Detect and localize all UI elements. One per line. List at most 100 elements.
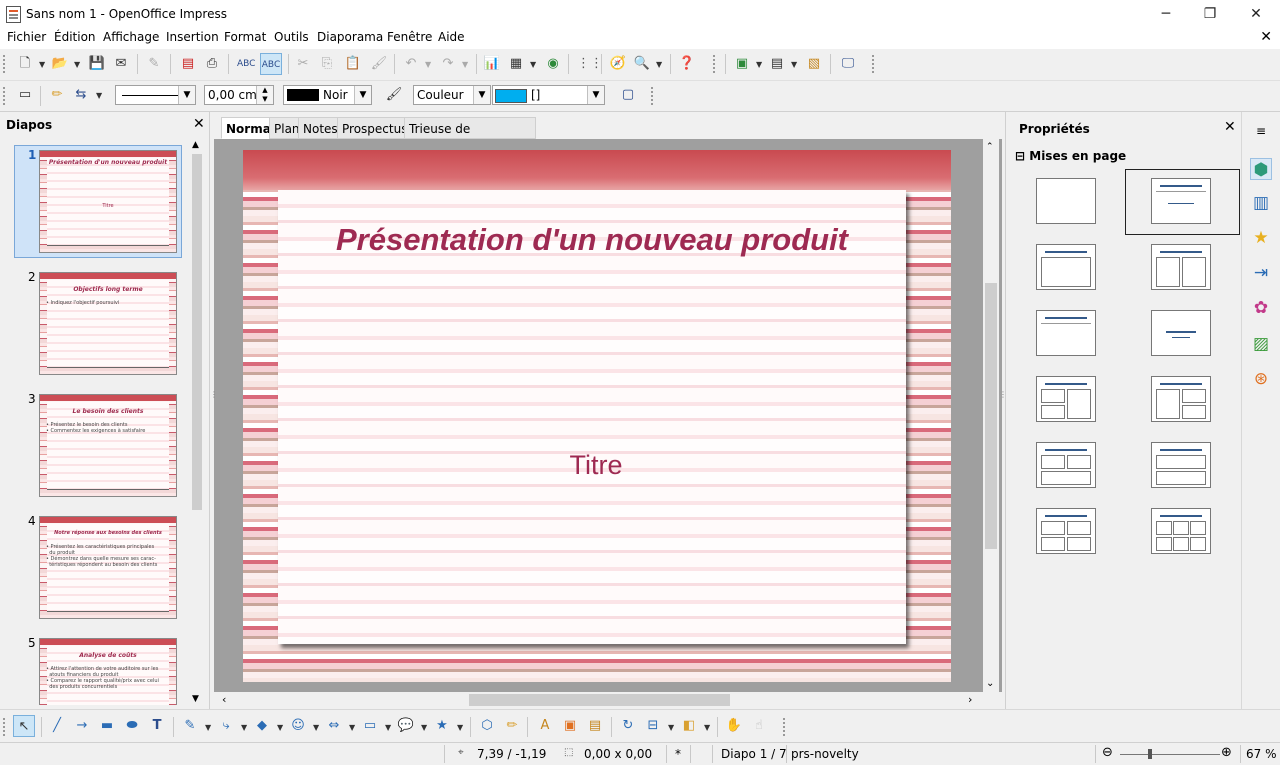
toolbar-options-icon-3[interactable] [645, 87, 653, 105]
display-views-icon[interactable]: ◉ [544, 55, 562, 73]
layout-title-2-content-over-content[interactable] [1036, 442, 1096, 488]
line-icon[interactable]: ✏ [48, 86, 66, 104]
menu-insertion[interactable]: Insertion [166, 30, 219, 44]
line-properties-icon[interactable]: ▭ [16, 86, 34, 104]
line-arrow-tool-icon[interactable]: → [73, 717, 91, 735]
area-style-select[interactable]: Couleur ▼ [413, 85, 491, 105]
ellipse-tool-icon[interactable]: ⬬ [123, 717, 141, 735]
toolbar-options-icon-2[interactable] [866, 55, 874, 73]
paste-icon[interactable]: 📋 [344, 55, 362, 73]
rectangle-tool-icon[interactable]: ▬ [98, 717, 116, 735]
new-document-icon[interactable]: 🗋 [16, 55, 34, 73]
callouts-icon[interactable]: 💬 [397, 717, 415, 735]
slide-thumbnail-4[interactable]: Notre réponse aux besoins des clients • … [39, 516, 177, 619]
chevron-down-icon[interactable]: ⌄ [986, 678, 994, 689]
redo-dropdown-icon[interactable]: ▼ [462, 60, 468, 69]
flowchart-dropdown-icon[interactable]: ▼ [385, 723, 391, 732]
slide-thumbnail-5[interactable]: Analyse de coûts • Attirez l'attention d… [39, 638, 177, 705]
spin-buttons-icon[interactable]: ▲ ▼ [256, 86, 273, 104]
toolbar-grip[interactable] [3, 55, 11, 73]
callouts-dropdown-icon[interactable]: ▼ [421, 723, 427, 732]
toolbar-grip-2[interactable] [3, 87, 11, 105]
custom-animation-icon[interactable]: ★ [1250, 227, 1272, 249]
zoom-slider-handle[interactable] [1148, 749, 1152, 759]
line-tool-icon[interactable]: ╱ [48, 717, 66, 735]
select-arrow-icon[interactable]: ↖ [13, 715, 35, 737]
close-document-button[interactable]: ✕ [1260, 29, 1272, 45]
area-color-select[interactable]: [] ▼ [492, 85, 605, 105]
points-icon[interactable]: ⬡ [478, 717, 496, 735]
menu-format[interactable]: Format [224, 30, 266, 44]
line-color-select[interactable]: Noir ▼ [283, 85, 372, 105]
alignment-icon[interactable]: ⊟ [644, 717, 662, 735]
canvas-horizontal-scrollbar-thumb[interactable] [469, 694, 730, 706]
zoom-icon[interactable]: 🔍 [633, 55, 651, 73]
layout-title-and-content[interactable] [1036, 244, 1096, 290]
edit-file-icon[interactable]: ✎ [145, 55, 163, 73]
slide-design-icon[interactable]: ▧ [805, 55, 823, 73]
toolbar-options-icon[interactable] [707, 55, 715, 73]
canvas-vertical-scrollbar-thumb[interactable] [985, 283, 997, 549]
layout-title-2-content[interactable] [1151, 244, 1211, 290]
menu-aide[interactable]: Aide [438, 30, 465, 44]
chart-icon[interactable]: 📊 [483, 55, 501, 73]
sidebar-menu-icon[interactable]: ≡ [1256, 124, 1266, 138]
extrusion-icon[interactable]: ✋ [725, 717, 743, 735]
gallery-tool-icon[interactable]: ▤ [586, 717, 604, 735]
styles-icon[interactable]: ▨ [1250, 333, 1272, 355]
curve-dropdown-icon[interactable]: ▼ [205, 723, 211, 732]
stars-dropdown-icon[interactable]: ▼ [457, 723, 463, 732]
slide-thumbnail-3[interactable]: Le besoin des clients • Présentez le bes… [39, 394, 177, 497]
flowchart-icon[interactable]: ▭ [361, 717, 379, 735]
tab-prospectus[interactable]: Prospectus [337, 117, 407, 139]
email-icon[interactable]: ✉ [112, 55, 130, 73]
stars-icon[interactable]: ★ [433, 717, 451, 735]
layout-title-content-over-content[interactable] [1151, 442, 1211, 488]
toolbar-grip-3[interactable] [3, 718, 11, 736]
grid-icon[interactable]: ⋮⋮ [577, 55, 603, 73]
layout-blank[interactable] [1036, 178, 1096, 224]
print-icon[interactable]: ⎙ [203, 55, 221, 73]
menu-edition[interactable]: Édition [54, 30, 96, 44]
interaction-icon[interactable]: ☝ [750, 717, 768, 735]
layout-title-6-content[interactable] [1151, 508, 1211, 554]
slide-layout-dropdown-icon[interactable]: ▼ [791, 60, 797, 69]
slide-title[interactable]: Présentation d'un nouveau produit [278, 222, 906, 258]
navigator-icon[interactable]: 🧭 [609, 55, 627, 73]
open-dropdown-icon[interactable]: ▼ [74, 60, 80, 69]
rotate-icon[interactable]: ↻ [619, 717, 637, 735]
pane-splitter-left[interactable]: ⋮ [210, 390, 218, 399]
menu-fichier[interactable]: Fichier [7, 30, 46, 44]
slide-thumbnail-1[interactable]: Présentation d'un nouveau produit Titre [39, 150, 177, 253]
undo-dropdown-icon[interactable]: ▼ [425, 60, 431, 69]
connector-dropdown-icon[interactable]: ▼ [241, 723, 247, 732]
gallery-icon[interactable]: ✿ [1250, 297, 1272, 319]
arrow-style-dropdown-icon[interactable]: ▼ [96, 91, 102, 100]
redo-icon[interactable]: ↷ [439, 55, 457, 73]
tab-plan[interactable]: Plan [269, 117, 300, 139]
save-icon[interactable]: 💾 [88, 55, 106, 73]
undo-icon[interactable]: ↶ [402, 55, 420, 73]
layout-title-only[interactable] [1036, 310, 1096, 356]
alignment-dropdown-icon[interactable]: ▼ [668, 723, 674, 732]
collapse-icon[interactable]: ⊟ [1015, 149, 1025, 163]
tab-normal[interactable]: Normal [221, 117, 275, 139]
minimize-button[interactable]: ─ [1146, 4, 1186, 24]
menu-affichage[interactable]: Affichage [103, 30, 159, 44]
table-icon[interactable]: ▦ [507, 55, 525, 73]
zoom-in-button[interactable]: ⊕ [1221, 745, 1232, 760]
tab-slide-sorter[interactable]: Trieuse de diapositives [404, 117, 536, 158]
chevron-left-icon[interactable]: ‹ [222, 693, 226, 706]
basic-shapes-icon[interactable]: ◆ [253, 717, 271, 735]
scroll-up-icon[interactable]: ▲ [192, 140, 199, 150]
line-style-select[interactable]: ▼ [115, 85, 196, 105]
arrow-style-icon[interactable]: ⇆ [72, 86, 90, 104]
slides-scrollbar-thumb[interactable] [192, 154, 202, 510]
table-dropdown-icon[interactable]: ▼ [530, 60, 536, 69]
text-tool-icon[interactable]: T [148, 717, 166, 735]
glue-points-icon[interactable]: ✏ [503, 717, 521, 735]
layout-title-2-content-and-content[interactable] [1036, 376, 1096, 422]
chevron-right-icon[interactable]: › [968, 693, 972, 706]
menu-fenetre[interactable]: Fenêtre [387, 30, 432, 44]
new-slide-dropdown-icon[interactable]: ▼ [756, 60, 762, 69]
